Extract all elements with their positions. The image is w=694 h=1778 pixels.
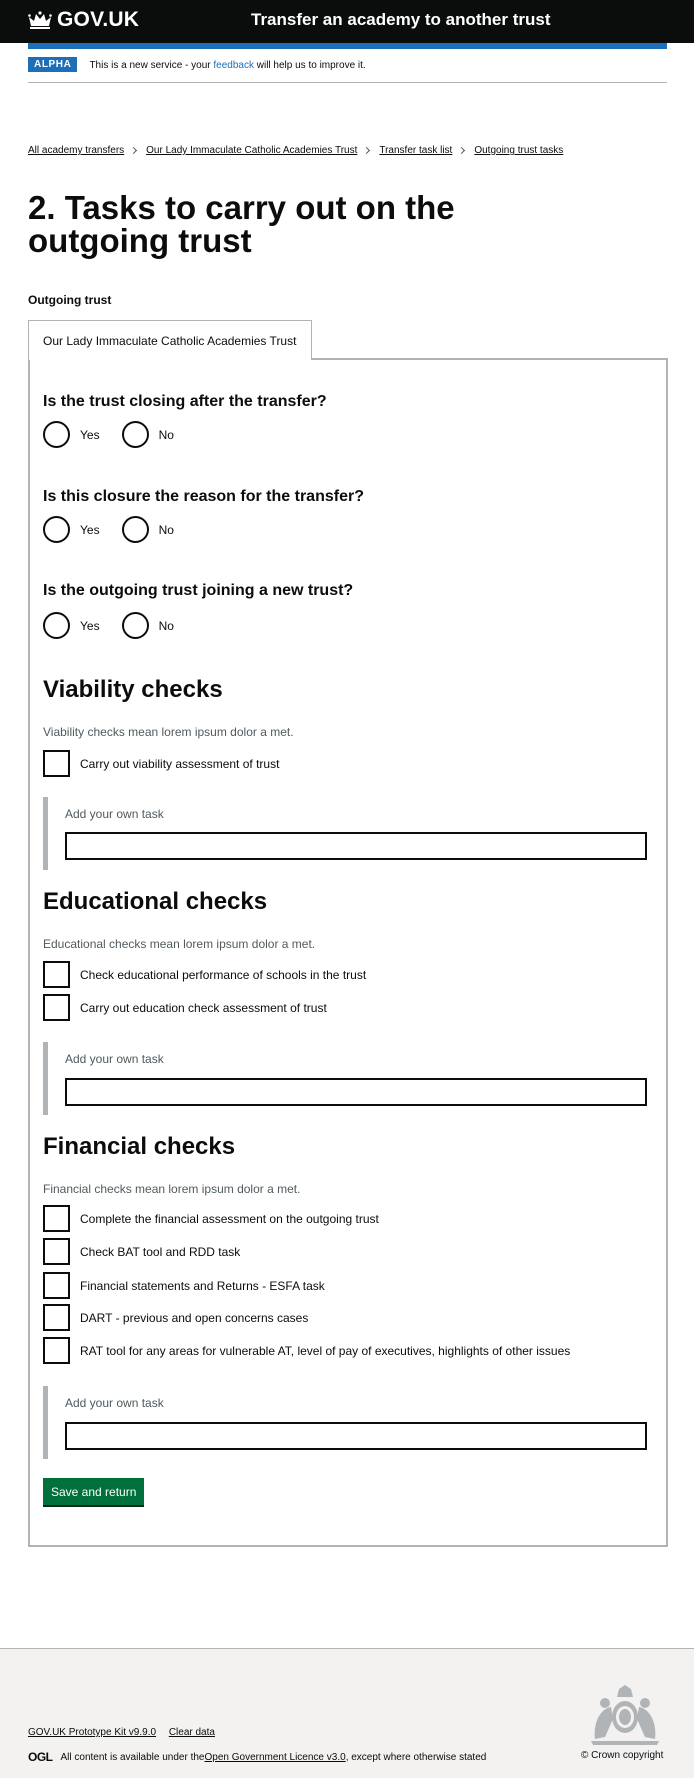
prototype-kit-link[interactable]: GOV.UK Prototype Kit v9.9.0 (28, 1727, 156, 1738)
hint-educational-checks: Educational checks mean lorem ipsum dolo… (43, 937, 316, 951)
tab-trust[interactable]: Our Lady Immaculate Catholic Academies T… (28, 320, 312, 360)
checkbox-item[interactable]: Complete the financial assessment on the… (43, 1205, 379, 1232)
govuk-logo-link[interactable]: GOV.UK (28, 8, 139, 32)
add-task-label: Add your own task (65, 1396, 164, 1410)
header-blue-bar (28, 43, 667, 49)
hint-viability-checks: Viability checks mean lorem ipsum dolor … (43, 725, 294, 739)
logo-text: GOV.UK (57, 8, 140, 31)
chevron-right-icon (363, 146, 371, 155)
radio-label: No (158, 618, 174, 633)
checkbox-label: Complete the financial assessment on the… (80, 1211, 379, 1226)
service-name-link[interactable]: Transfer an academy to another trust (251, 10, 550, 30)
radio-label: Yes (80, 618, 100, 633)
checkbox-item[interactable]: Financial statements and Returns - ESFA … (43, 1272, 325, 1299)
radio-option-yes[interactable]: Yes (43, 612, 100, 639)
checkbox-item[interactable]: Check educational performance of schools… (43, 961, 366, 988)
footer-links: GOV.UK Prototype Kit v9.9.0 Clear data (28, 1727, 225, 1738)
checkbox[interactable] (43, 1238, 70, 1265)
clear-data-link[interactable]: Clear data (169, 1727, 215, 1738)
licence-text-before: All content is available under the (60, 1751, 205, 1763)
royal-coat-of-arms-icon (591, 1685, 659, 1745)
radio-option-no[interactable]: No (121, 516, 174, 543)
question-joining-new-trust: Is the outgoing trust joining a new trus… (43, 582, 354, 599)
fieldset-label: Outgoing trust (28, 293, 112, 307)
question-trust-closing: Is the trust closing after the transfer? (43, 393, 327, 410)
checkbox-label: Check BAT tool and RDD task (80, 1244, 241, 1259)
crown-copyright-link[interactable]: © Crown copyright (581, 1750, 663, 1761)
radio-label: No (158, 427, 174, 442)
checkbox-label: Carry out viability assessment of trust (80, 756, 280, 771)
chevron-right-icon (130, 146, 138, 155)
chevron-right-icon (458, 146, 466, 155)
checkbox-label: Carry out education check assessment of … (80, 1000, 327, 1015)
radio-button[interactable] (121, 421, 149, 448)
add-task-label: Add your own task (65, 807, 164, 821)
feedback-link[interactable]: feedback (213, 60, 254, 71)
radio-button[interactable] (121, 516, 149, 543)
checkbox[interactable] (43, 1304, 70, 1331)
phase-banner: ALPHA This is a new service - your feedb… (28, 57, 667, 83)
breadcrumb-trust[interactable]: Our Lady Immaculate Catholic Academies T… (146, 145, 357, 156)
heading-viability-checks: Viability checks (43, 676, 223, 703)
radio-option-yes[interactable]: Yes (43, 516, 100, 543)
phase-tag: ALPHA (28, 57, 78, 72)
add-task-financial: Add your own task (43, 1386, 647, 1459)
checkbox-item[interactable]: RAT tool for any areas for vulnerable AT… (43, 1337, 570, 1364)
site-footer: GOV.UK Prototype Kit v9.9.0 Clear data O… (0, 1648, 694, 1778)
radio-button[interactable] (43, 612, 70, 639)
radio-group-trust-closing: Yes No (43, 421, 196, 448)
checkbox-item[interactable]: Carry out education check assessment of … (43, 994, 327, 1021)
phase-text-before: This is a new service - your (89, 60, 214, 71)
checkbox[interactable] (43, 1205, 70, 1232)
ogl-logo-icon: OGL (28, 1750, 53, 1764)
phase-text-after: will help us to improve it. (253, 60, 366, 71)
radio-label: No (158, 522, 174, 537)
checkbox-label: Financial statements and Returns - ESFA … (80, 1278, 325, 1293)
heading-educational-checks: Educational checks (43, 888, 268, 915)
add-task-input[interactable] (65, 832, 647, 860)
checkbox[interactable] (43, 1272, 70, 1299)
checkbox[interactable] (43, 961, 70, 988)
add-task-label: Add your own task (65, 1052, 164, 1066)
checkbox-item[interactable]: DART - previous and open concerns cases (43, 1304, 308, 1331)
page-title: 2. Tasks to carry out on the outgoing tr… (28, 189, 455, 259)
add-task-viability: Add your own task (43, 797, 647, 870)
checkbox-label: DART - previous and open concerns cases (80, 1310, 309, 1325)
radio-group-joining-new-trust: Yes No (43, 612, 196, 639)
breadcrumb-all-academy-transfers[interactable]: All academy transfers (28, 145, 124, 156)
site-header: GOV.UK Transfer an academy to another tr… (0, 0, 694, 43)
radio-button[interactable] (43, 421, 70, 448)
radio-option-yes[interactable]: Yes (43, 421, 100, 448)
add-task-input[interactable] (65, 1422, 647, 1450)
phase-banner-text: This is a new service - your feedback wi… (89, 60, 365, 71)
crown-icon (28, 11, 52, 29)
radio-option-no[interactable]: No (121, 421, 174, 448)
add-task-input[interactable] (65, 1078, 647, 1106)
radio-label: Yes (80, 427, 100, 442)
checkbox[interactable] (43, 1337, 70, 1364)
radio-button[interactable] (121, 612, 149, 639)
question-closure-reason: Is this closure the reason for the trans… (43, 488, 364, 505)
radio-group-closure-reason: Yes No (43, 516, 196, 543)
radio-label: Yes (80, 522, 100, 537)
licence-statement: OGL All content is available under the O… (28, 1750, 486, 1764)
checkbox-label: Check educational performance of schools… (80, 967, 367, 982)
heading-financial-checks: Financial checks (43, 1133, 236, 1160)
checkbox-label: RAT tool for any areas for vulnerable AT… (80, 1343, 571, 1358)
checkbox[interactable] (43, 750, 70, 777)
hint-financial-checks: Financial checks mean lorem ipsum dolor … (43, 1182, 301, 1196)
licence-text-after: , except where otherwise stated (345, 1751, 487, 1763)
checkbox-item[interactable]: Check BAT tool and RDD task (43, 1238, 240, 1265)
checkbox-item[interactable]: Carry out viability assessment of trust (43, 750, 279, 777)
breadcrumb: All academy transfers Our Lady Immaculat… (28, 145, 563, 156)
save-and-return-button[interactable]: Save and return (43, 1478, 145, 1505)
radio-option-no[interactable]: No (121, 612, 174, 639)
breadcrumb-transfer-task-list[interactable]: Transfer task list (379, 145, 452, 156)
radio-button[interactable] (43, 516, 70, 543)
ogl-licence-link[interactable]: Open Government Licence v3.0 (204, 1752, 345, 1763)
breadcrumb-outgoing-trust-tasks[interactable]: Outgoing trust tasks (474, 145, 563, 156)
add-task-educational: Add your own task (43, 1042, 647, 1115)
checkbox[interactable] (43, 994, 70, 1021)
